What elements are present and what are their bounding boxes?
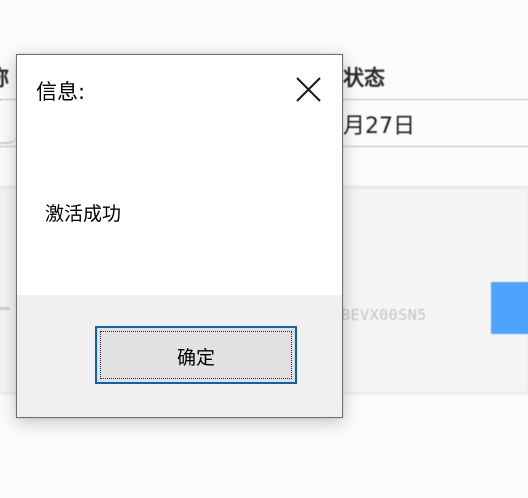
primary-action-button[interactable] <box>491 282 528 334</box>
dialog-title: 信息: <box>36 80 86 104</box>
column-header-status: 状态 <box>343 66 385 90</box>
ok-button-label: 确定 <box>176 347 215 369</box>
screen: 称 状态 月27日 BEVX00SN5 信息: 激活成功 确定 <box>0 0 528 498</box>
row-date-cell: 月27日 <box>343 114 415 139</box>
dialog-message: 激活成功 <box>45 203 122 225</box>
activation-code-text: BEVX00SN5 <box>341 306 427 324</box>
close-button[interactable] <box>289 69 329 109</box>
ok-button[interactable]: 确定 <box>95 326 297 384</box>
dialog-footer: 确定 <box>17 295 342 417</box>
column-header-name: 称 <box>0 62 9 92</box>
close-icon <box>296 77 321 102</box>
row-icon <box>0 104 16 144</box>
dash-fragment <box>0 307 10 310</box>
info-dialog: 信息: 激活成功 确定 <box>16 54 343 418</box>
